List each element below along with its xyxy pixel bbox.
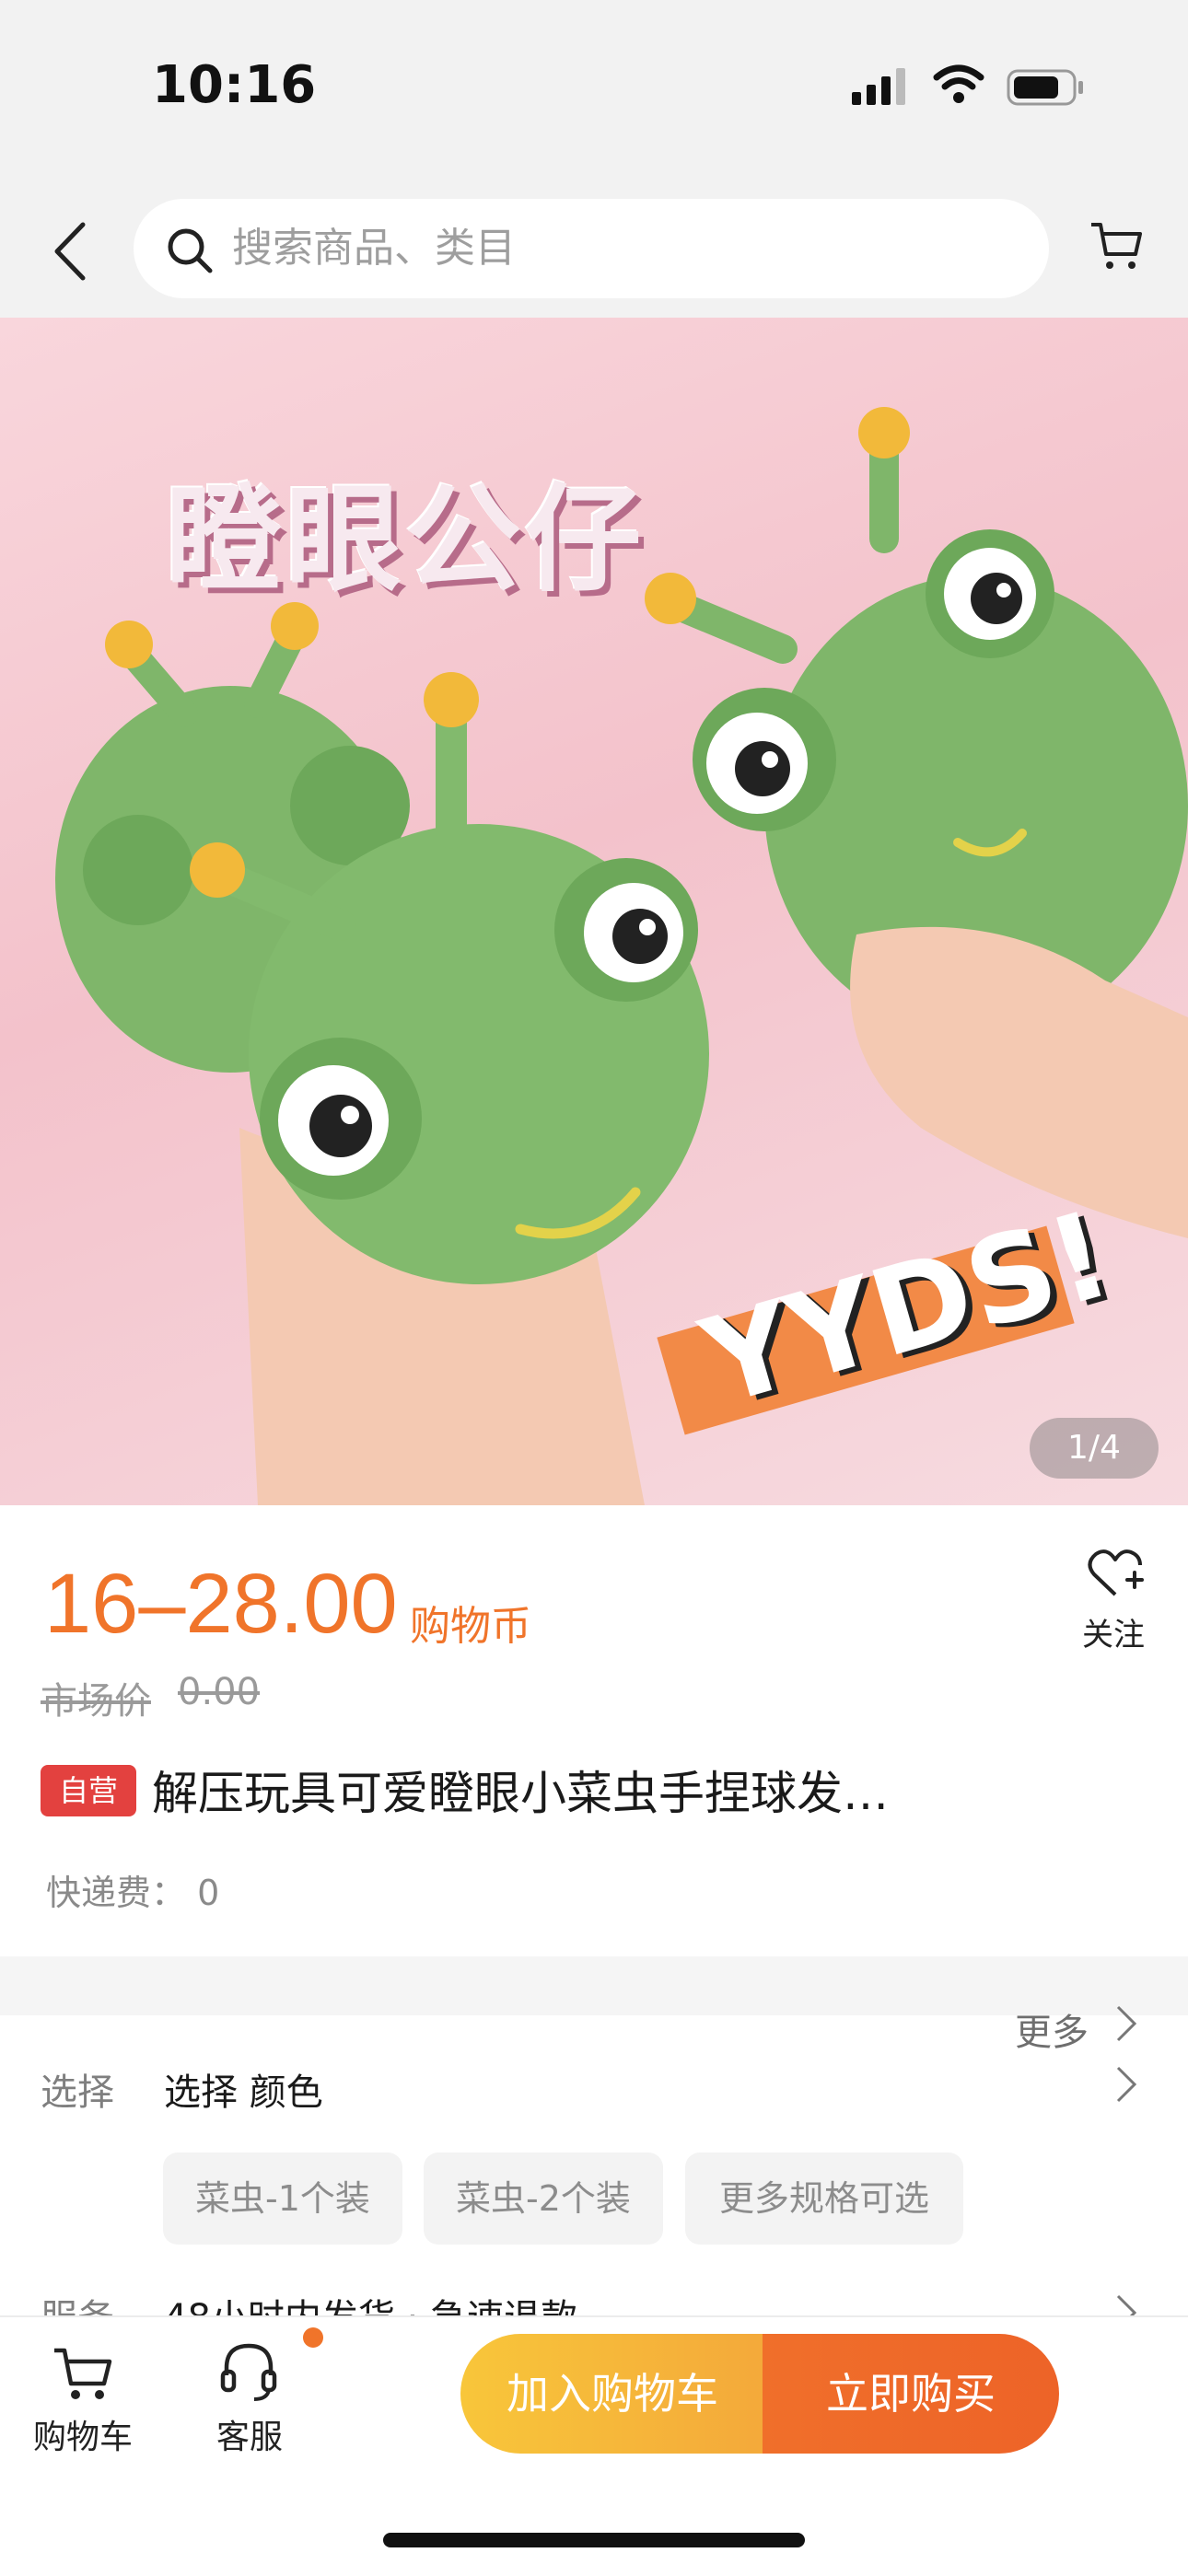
- price: 16–28.00: [44, 1557, 398, 1651]
- select-label: 选择: [41, 2071, 114, 2114]
- back-icon[interactable]: [48, 219, 90, 284]
- select-value[interactable]: 选择 颜色: [164, 2062, 323, 2116]
- section-divider: [0, 1956, 1188, 2015]
- follow-label[interactable]: 关注: [1082, 1609, 1145, 1654]
- self-operated-badge: 自营: [41, 1765, 136, 1816]
- chevron-right-icon[interactable]: [1114, 2064, 1138, 2105]
- service-chat-label[interactable]: 客服: [216, 2410, 283, 2458]
- search-icon: [168, 228, 213, 273]
- status-time: 10:16: [152, 55, 317, 115]
- home-indicator[interactable]: [383, 2533, 805, 2547]
- product-title: 解压玩具可爱瞪眼小菜虫手捏球发…: [152, 1767, 889, 1820]
- add-to-cart-button[interactable]: 加入购物车: [460, 2334, 764, 2454]
- image-pager: 1/4: [1030, 1418, 1159, 1479]
- market-price-label: 市场价: [41, 1680, 151, 1723]
- chevron-right-icon[interactable]: [1114, 2003, 1138, 2044]
- cart-label[interactable]: 购物车: [33, 2410, 133, 2458]
- market-price-value: 0.00: [178, 1671, 261, 1713]
- battery-icon: [1007, 69, 1083, 106]
- product-image[interactable]: 瞪眼公仔 YYDS!: [0, 318, 1188, 1505]
- cart-icon[interactable]: [1088, 217, 1145, 274]
- buy-now-button[interactable]: 立即购买: [763, 2334, 1059, 2454]
- price-unit: 购物币: [410, 1603, 531, 1650]
- notification-dot: [303, 2327, 323, 2348]
- spec-chip[interactable]: 更多规格可选: [685, 2152, 963, 2245]
- more-link[interactable]: 更多: [1015, 2002, 1089, 2056]
- spec-chip[interactable]: 菜虫-2个装: [424, 2152, 663, 2245]
- shipping-fee: 快递费： 0: [46, 1873, 220, 1913]
- cart-icon[interactable]: [51, 2343, 115, 2404]
- heart-plus-icon[interactable]: [1087, 1547, 1144, 1602]
- spec-chip[interactable]: 菜虫-1个装: [163, 2152, 402, 2245]
- wifi-icon: [933, 64, 984, 103]
- search-placeholder: 搜索商品、类目: [232, 225, 516, 272]
- cellular-signal-icon: [852, 68, 905, 105]
- headset-icon[interactable]: [217, 2338, 280, 2405]
- hero-title: 瞪眼公仔: [166, 472, 645, 608]
